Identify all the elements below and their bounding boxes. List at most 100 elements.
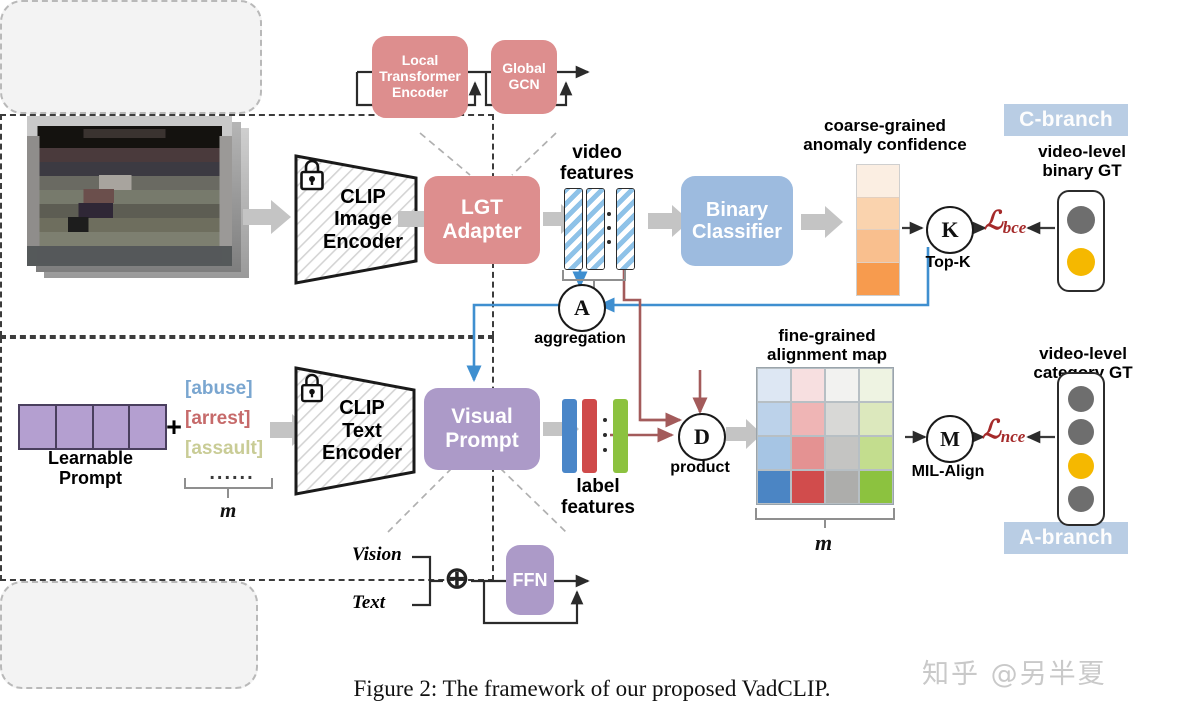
learnable-prompt-line2: Prompt (59, 468, 122, 489)
alignment-m-label: m (815, 530, 832, 556)
alignment-cell-r3-c4 (859, 436, 893, 470)
video-feature-bar-3 (616, 188, 635, 270)
mil-align-symbol: M (940, 426, 960, 451)
label-feature-bar-2 (582, 399, 597, 473)
prompt-plus-sign: + (163, 412, 185, 442)
class-label-abuse-text: [abuse] (185, 378, 253, 399)
class-list-ellipsis-text: ...... (209, 462, 255, 484)
alignment-map-label: fine-grained alignment map (752, 326, 902, 364)
global-gcn-block[interactable]: Global GCN (491, 40, 557, 114)
aggregation-label: aggregation (521, 330, 639, 348)
clip-image-encoder-line3: Encoder (322, 230, 404, 253)
arrow-classifier-to-confidence (801, 206, 843, 238)
confidence-cell-1 (857, 165, 899, 198)
alignment-cell-r1-c4 (859, 368, 893, 402)
figure-caption-text: Figure 2: The framework of our proposed … (353, 676, 831, 701)
lgt-adapter-line1: LGT (461, 196, 503, 220)
ffn-vision-label: Vision (352, 544, 422, 565)
product-label: product (660, 459, 740, 477)
mil-align-label: MIL-Align (898, 463, 998, 481)
binary-classifier-block[interactable]: Binary Classifier (681, 176, 793, 266)
alignment-cell-r1-c1 (757, 368, 791, 402)
confidence-cell-2 (857, 197, 899, 230)
bce-loss-subscript: bce (1002, 218, 1027, 237)
ffn-plus-symbol: ⊕ (444, 562, 470, 595)
alignment-cell-r1-c3 (825, 368, 859, 402)
gt-dot-4 (1068, 486, 1094, 513)
product-node[interactable]: D (678, 413, 726, 461)
local-transformer-line3: Encoder (391, 83, 448, 100)
learnable-prompt-boxes[interactable] (18, 404, 167, 450)
binary-classifier-line2: Classifier (691, 221, 783, 243)
a-branch-tag: A-branch (1004, 522, 1128, 554)
video-features-line2: features (560, 163, 634, 185)
nce-loss-label: ℒnce (982, 415, 1025, 447)
video-feature-bar-2 (586, 188, 605, 270)
gt-dot-1 (1068, 385, 1094, 412)
confidence-cell-4 (857, 262, 899, 295)
label-feature-bar-3 (613, 399, 628, 473)
lock-icon-image-encoder (300, 159, 324, 191)
gt-dot-1 (1067, 206, 1095, 234)
alignment-m-text: m (815, 530, 833, 555)
alignment-cell-r2-c1 (757, 402, 791, 436)
label-features-ellipsis (603, 418, 607, 452)
alignment-map-line2: alignment map (767, 345, 887, 365)
a-branch-tag-label: A-branch (1019, 526, 1113, 549)
ffn-vision-text: Vision (352, 544, 402, 565)
binary-gt-line1: video-level (1038, 142, 1126, 161)
ffn-label: FFN (512, 569, 548, 590)
alignment-cell-r4-c2 (791, 470, 825, 504)
class-list-ellipsis: ...... (190, 462, 274, 484)
mil-align-label-text: MIL-Align (911, 463, 985, 480)
visual-prompt-block[interactable]: Visual Prompt (424, 388, 540, 470)
label-features-line2: features (561, 497, 635, 519)
learnable-prompt-label: Learnable Prompt (8, 448, 173, 488)
ffn-block[interactable]: FFN (506, 545, 554, 615)
alignment-cell-r3-c3 (825, 436, 859, 470)
coarse-confidence-line2: anomaly confidence (803, 135, 967, 155)
global-gcn-line1: Global (502, 60, 546, 77)
anomaly-confidence-column (856, 164, 900, 296)
clip-text-encoder-line2: Text (342, 419, 382, 442)
lgt-detail-panel (0, 0, 262, 114)
video-feature-bar-1 (564, 188, 583, 270)
learnable-prompt-cell-2 (57, 406, 94, 448)
video-frame-front (27, 116, 232, 266)
binary-gt-line2: binary GT (1042, 161, 1122, 181)
alignment-cell-r1-c2 (791, 368, 825, 402)
mil-align-node[interactable]: M (926, 415, 974, 463)
alignment-cell-r2-c4 (859, 402, 893, 436)
coarse-confidence-label: coarse-grained anomaly confidence (790, 116, 980, 154)
video-features-line1: video (572, 142, 622, 163)
local-transformer-encoder-block[interactable]: Local Transformer Encoder (372, 36, 468, 118)
lgt-adapter-block[interactable]: LGT Adapter (424, 176, 540, 264)
learnable-prompt-cell-4 (130, 406, 165, 448)
global-gcn-line2: GCN (508, 76, 540, 92)
alignment-cell-r2-c2 (791, 402, 825, 436)
video-level-binary-gt (1057, 190, 1105, 292)
alignment-cell-r3-c1 (757, 436, 791, 470)
label-features-label: label features (546, 476, 650, 519)
video-level-category-gt (1057, 372, 1105, 526)
clip-text-encoder-line3: Encoder (321, 442, 403, 465)
clip-text-encoder-line1: CLIP (339, 397, 385, 420)
alignment-cell-r4-c4 (859, 470, 893, 504)
c-branch-tag-label: C-branch (1019, 108, 1113, 131)
class-label-abuse: [abuse] (185, 378, 281, 399)
topk-node[interactable]: K (926, 206, 974, 254)
alignment-map-line1: fine-grained (778, 326, 876, 345)
label-feature-bar-1 (562, 399, 577, 473)
aggregation-node[interactable]: A (558, 284, 606, 332)
category-gt-line1: video-level (1039, 344, 1127, 363)
ffn-text-text: Text (352, 592, 386, 613)
alignment-cell-r4-c1 (757, 470, 791, 504)
nce-loss-subscript: nce (1000, 427, 1026, 446)
video-features-ellipsis (607, 212, 611, 244)
class-label-arrest-text: [arrest] (185, 408, 251, 429)
visual-prompt-line2: Prompt (445, 429, 519, 452)
topk-label-text: Top-K (925, 254, 971, 271)
visual-prompt-line1: Visual (451, 405, 513, 429)
topk-symbol: K (941, 217, 959, 242)
product-symbol: D (694, 424, 710, 449)
